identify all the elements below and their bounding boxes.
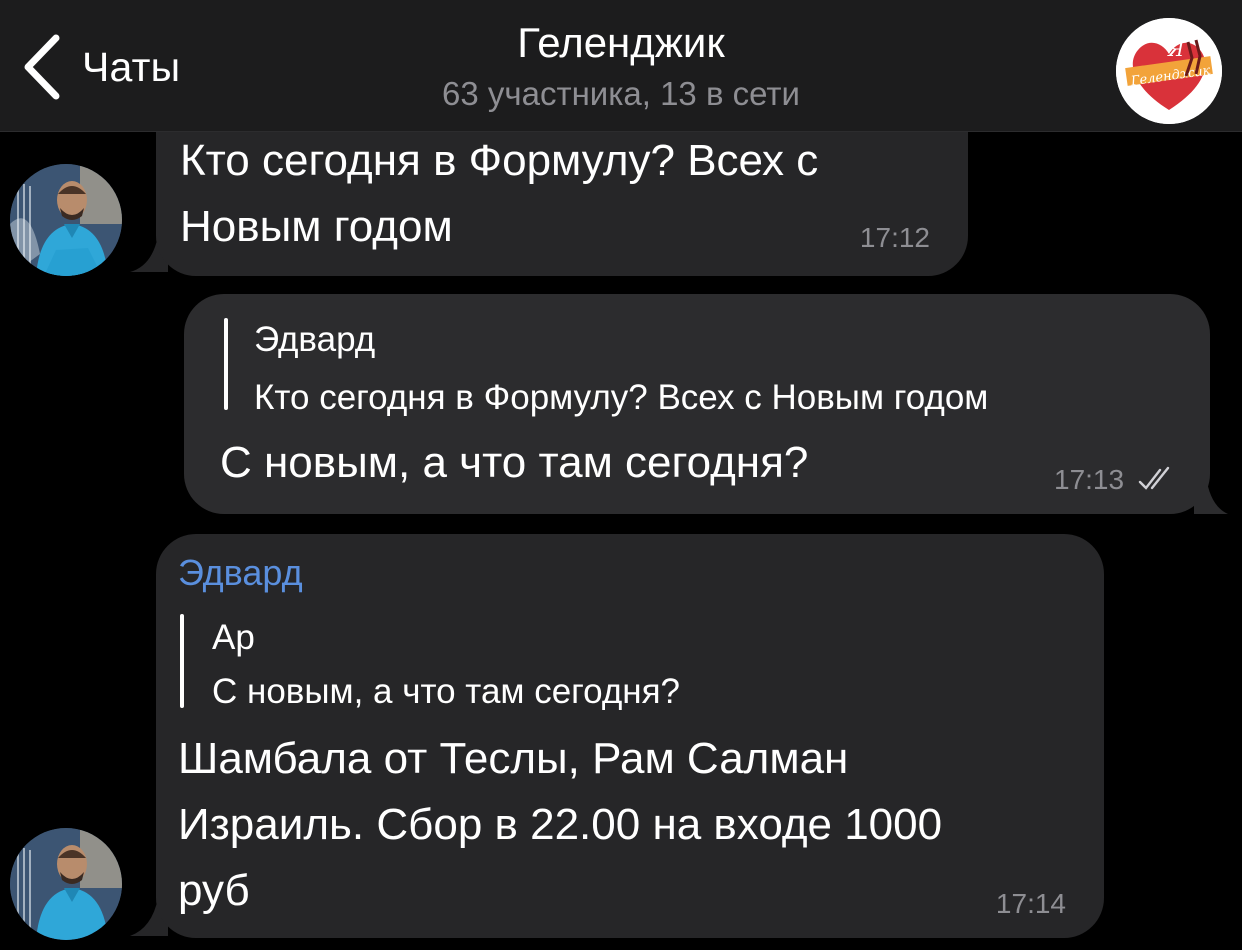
message-bubble-incoming[interactable]: Эдвард Ар С новым, а что там сегодня? Ша… bbox=[156, 534, 1104, 938]
message-time: 17:12 bbox=[859, 222, 930, 253]
double-check-icon bbox=[1138, 466, 1170, 490]
chat-subtitle: 63 участника, 13 в сети bbox=[442, 75, 800, 112]
nav-header: Чаты Геленджик 63 участника, 13 в сети Я… bbox=[0, 0, 1242, 132]
group-avatar[interactable]: Я Геленджик bbox=[1116, 18, 1222, 124]
reply-bar bbox=[224, 318, 228, 410]
message-time: 17:14 bbox=[995, 888, 1066, 919]
logo-letter: Я bbox=[1167, 37, 1185, 61]
sender-avatar[interactable] bbox=[10, 164, 122, 276]
message-text: Израиль. Сбор в 22.00 на входе 1000 bbox=[178, 800, 943, 849]
reply-author: Ар bbox=[212, 618, 255, 657]
chat-title: Геленджик bbox=[517, 19, 725, 66]
reply-bar bbox=[180, 614, 184, 708]
sender-avatar[interactable] bbox=[10, 828, 122, 940]
message-bubble-incoming[interactable]: Кто сегодня в Формулу? Всех с Новым годо… bbox=[156, 110, 968, 276]
message-text: С новым, а что там сегодня? bbox=[220, 438, 809, 487]
message-list[interactable]: Кто сегодня в Формулу? Всех с Новым годо… bbox=[0, 0, 1242, 950]
message-text: Новым годом bbox=[180, 202, 453, 251]
message-text: Кто сегодня в Формулу? Всех с bbox=[180, 136, 819, 185]
sender-name[interactable]: Эдвард bbox=[178, 552, 303, 594]
message-text: Шамбала от Теслы, Рам Салман bbox=[178, 734, 849, 783]
message-bubble-outgoing[interactable]: Эдвард Кто сегодня в Формулу? Всех с Нов… bbox=[184, 294, 1210, 514]
reply-text: Кто сегодня в Формулу? Всех с Новым годо… bbox=[254, 378, 989, 417]
reply-author: Эдвард bbox=[254, 320, 376, 359]
chat-screen: Кто сегодня в Формулу? Всех с Новым годо… bbox=[0, 0, 1242, 950]
bubble-tail bbox=[1194, 476, 1228, 514]
message-text: руб bbox=[178, 866, 250, 915]
reply-text: С новым, а что там сегодня? bbox=[212, 672, 681, 711]
message-time: 17:13 bbox=[1054, 464, 1125, 495]
chat-title-area[interactable]: Геленджик 63 участника, 13 в сети bbox=[0, 16, 1242, 116]
